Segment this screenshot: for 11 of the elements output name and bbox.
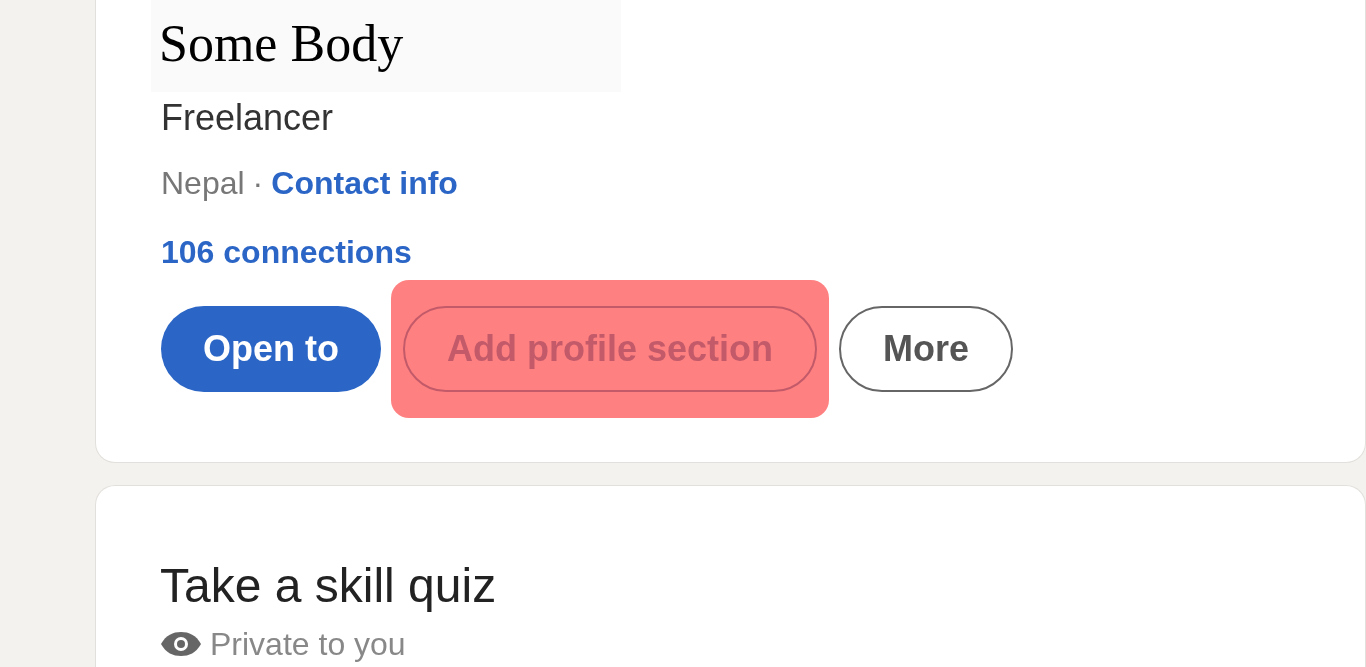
card-title: Take a skill quiz [160,558,497,614]
outline-button[interactable]: More [839,306,1014,392]
eye-icon [160,631,202,657]
visibility-text: Private to you [210,625,406,664]
connections-link[interactable]: 106 connections [161,232,412,272]
profile-name: Some Body [159,15,404,72]
separator-dot: · [252,164,264,203]
contact-info-link[interactable]: Contact info [271,163,458,203]
open-to-button[interactable]: Open to [161,306,381,392]
location: Nepal [161,164,245,203]
headline: Freelancer [161,96,334,140]
